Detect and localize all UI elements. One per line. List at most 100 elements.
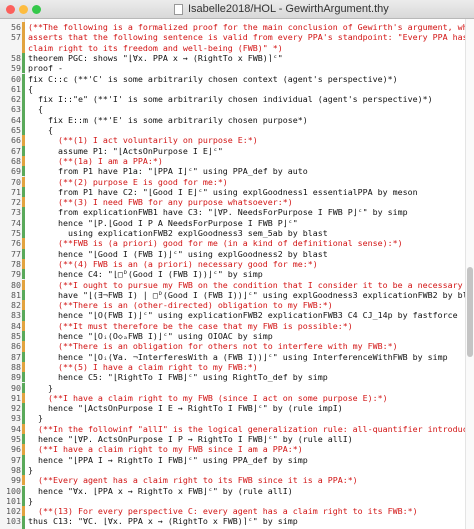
theory-editor[interactable]: 56 (**The following is a formalized proof… [0,19,474,529]
code-line[interactable]: 102 (**(13) For every perspective C: eve… [0,506,465,517]
code-line[interactable]: 91 (**I have a claim right to my FWB (si… [0,392,465,404]
status-marker [22,207,25,218]
comment-text: (**(3) I need FWB for any purpose whatso… [28,197,293,208]
line-number: 60 [11,73,21,84]
status-marker [22,42,25,53]
code-line[interactable]: 61 { [0,83,465,95]
code-line[interactable]: 88 (**(5) I have a claim right to my FWB… [0,361,465,373]
line-number: 83 [11,310,21,321]
comment-text: (**FWB is (a priori) good for me (in a k… [28,238,403,249]
status-marker [22,94,25,105]
line-number: 90 [11,382,21,393]
status-marker [22,392,25,404]
code-line[interactable]: 60 fix C::c (**'C' is some arbitrarily ch… [0,73,465,84]
vertical-scrollbar[interactable] [465,19,474,529]
code-line[interactable]: 99 (**Every agent has a claim right to i… [0,475,465,486]
code-line[interactable]: 92 hence "⌊ActsOnPurpose I E → RightTo I… [0,403,465,414]
code-line[interactable]: 63 { [0,104,465,115]
code-line[interactable]: 83 hence "⌊O(FWB I)⌋ᶜ" using explication… [0,310,465,321]
code-line[interactable]: 94 (**In the followinf "allI" is the log… [0,423,474,434]
code-line[interactable]: 69 from P1 have P1a: "⌊PPA I⌋ᶜ" using PP… [0,166,465,177]
line-number: 80 [11,279,21,290]
line-number: 79 [11,269,21,280]
code-line[interactable]: 76 (**FWB is (a priori) good for me (in … [0,238,465,249]
line-number: 65 [11,125,21,135]
code-text: fix E::m (**'E' is some arbitrarily chos… [28,114,308,125]
code-line[interactable]: 100 hence "∀x. ⌊PPA x → RightTo x FWB⌋ᶜ"… [0,485,465,496]
code-line[interactable]: 90 } [0,382,465,393]
code-line[interactable]: 70 (**(2) purpose E is good for me:*) [0,176,465,187]
scrollbar-thumb[interactable] [467,267,473,357]
window-titlebar: Isabelle2018/HOL - GewirthArgument.thy [0,0,474,19]
code-line[interactable]: 78 (**(4) FWB is an (a priori) necessary… [0,258,465,270]
code-line[interactable]: 77 hence "⌊Good I (FWB I)⌋ᶜ" using explG… [0,248,465,259]
line-number: 76 [11,238,21,249]
code-line[interactable]: 66 (**(1) I act voluntarily on purpose E… [0,135,465,146]
status-marker [22,434,25,445]
status-marker [22,197,25,208]
comment-text: (**(2) purpose E is good for me:*) [28,176,228,187]
window-title: Isabelle2018/HOL - GewirthArgument.thy [188,3,389,15]
code-line[interactable]: 96 (**I have a claim right to my FWB sin… [0,444,465,455]
code-line[interactable]: 74 hence "⌊P.⌊Good I P A NeedsForPurpose… [0,217,465,228]
status-marker [22,351,25,362]
status-marker [22,444,25,455]
code-line[interactable]: 71 from P1 have C2: "⌊Good I E⌋ᶜ" using … [0,186,465,198]
minimize-window-button[interactable] [19,5,28,14]
code-line[interactable]: claim right to its freedom and well-bein… [0,42,465,53]
code-line[interactable]: 89 hence C5: "⌊RightTo I FWB⌋ᶜ" using Ri… [0,372,465,383]
code-line[interactable]: 87 hence "⌊Oᵢ(∀a. ¬InterferesWith a (FWB… [0,351,465,362]
code-line[interactable]: 72 (**(3) I need FWB for any purpose wha… [0,197,465,208]
code-line[interactable]: 68 (**(1a) I am a PPA:*) [0,155,465,167]
zoom-window-button[interactable] [32,5,41,14]
code-line[interactable]: 93 } [0,413,465,424]
code-line[interactable]: 79 hence C4: "⌊□ᴰ(Good I (FWB I))⌋ᶜ" by … [0,269,465,280]
code-line[interactable]: 85 hence "⌊Oᵢ(O◇ₐFWB I)⌋ᶜ" using OIOAC b… [0,331,465,342]
code-line[interactable]: 59 proof - [0,63,465,74]
status-marker [22,135,25,146]
code-line[interactable]: 64 fix E::m (**'E' is some arbitrarily c… [0,114,465,125]
status-marker [22,495,25,507]
status-marker [22,238,25,249]
code-line[interactable]: 82 (**There is an (other-directed) oblig… [0,300,465,311]
status-marker [22,454,25,465]
line-number: 58 [11,52,21,63]
code-line[interactable]: 81 have "⌊(∃¬FWB I) ∣ □ᴰ(Good I (FWB I))… [0,289,474,301]
line-number: 67 [11,145,21,156]
code-line[interactable]: 97 hence "⌊PPA I → RightTo I FWB⌋ᶜ" usin… [0,454,465,465]
close-window-button[interactable] [6,5,15,14]
line-number: 72 [11,197,21,208]
code-line[interactable]: 58 theorem PGC: shows "⌊∀x. PPA x → (Righ… [0,52,465,64]
code-line[interactable]: 57 asserts that the following sentence is… [0,32,474,43]
line-number: 94 [11,423,21,434]
code-line[interactable]: 101} [0,495,465,507]
code-text: using explicationFWB2 explGoodness3 sem_… [28,228,328,238]
code-text: from explicationFWB1 have C3: "⌊∀P. Need… [28,207,408,218]
code-text: hence C4: "⌊□ᴰ(Good I (FWB I))⌋ᶜ" by sim… [28,269,263,280]
code-line[interactable]: 80 (**I ought to pursue my FWB on the co… [0,279,474,290]
status-marker [22,248,25,259]
line-number: 96 [11,444,21,455]
code-text: proof - [28,63,63,74]
line-number: 71 [11,186,21,197]
code-line[interactable]: 62 fix I::"e" (**'I' is some arbitrarily… [0,94,465,105]
line-number: 93 [11,413,21,424]
code-line[interactable]: 86 (**There is an obligation for others … [0,341,465,352]
line-number: 95 [11,434,21,444]
line-number: 86 [11,341,21,352]
code-line[interactable]: 103 thus C13: "∀C. ⌊∀x. PPA x → (RightTo … [0,516,465,527]
code-line[interactable]: 75 using explicationFWB2 explGoodness3 s… [0,228,465,239]
code-line[interactable]: 65 { [0,125,465,136]
code-text: hence "⌊Oᵢ(∀a. ¬InterferesWith a (FWB I)… [28,351,448,362]
status-marker [22,73,25,84]
code-line[interactable]: 73 from explicationFWB1 have C3: "⌊∀P. N… [0,207,465,218]
status-marker [22,361,25,373]
code-line[interactable]: 56 (**The following is a formalized proof… [0,22,474,33]
code-line[interactable]: 67 assume P1: "⌊ActsOnPurpose I E⌋ᶜ" [0,145,465,156]
code-text: hence "⌊ActsOnPurpose I E → RightTo I FW… [28,403,343,414]
comment-text: (**(1) I act voluntarily on purpose E:*) [28,135,258,146]
code-line[interactable]: 84 (**It must therefore be the case that… [0,320,465,331]
code-line[interactable]: 95 hence "⌊∀P. ActsOnPurpose I P → Right… [0,434,465,445]
code-line[interactable]: 98} [0,464,465,476]
code-text: hence "⌊P.⌊Good I P A NeedsForPurpose I … [28,217,298,228]
